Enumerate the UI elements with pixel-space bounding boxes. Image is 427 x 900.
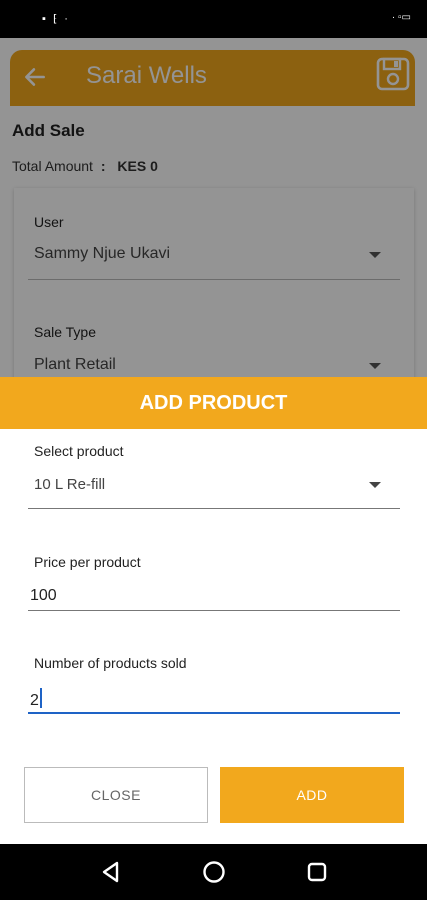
select-product-underline <box>28 508 400 509</box>
status-icons-right: · ▫▭ <box>391 12 411 23</box>
status-bar: ▪ ⁅ · · ▫▭ <box>0 0 427 38</box>
quantity-value: 2 <box>30 692 39 709</box>
close-button[interactable]: CLOSE <box>24 767 208 823</box>
home-circle-icon[interactable] <box>202 860 226 884</box>
price-label: Price per product <box>34 554 141 570</box>
quantity-underline <box>28 712 400 714</box>
price-underline <box>28 610 400 611</box>
text-cursor <box>39 688 42 708</box>
quantity-label: Number of products sold <box>34 655 187 671</box>
select-product-label: Select product <box>34 443 124 459</box>
add-product-dialog: ADD PRODUCT Select product 10 L Re-fill … <box>0 377 427 844</box>
add-button[interactable]: ADD <box>220 767 404 823</box>
quantity-input[interactable]: 2 <box>30 688 42 710</box>
dialog-title: ADD PRODUCT <box>139 392 288 414</box>
back-triangle-icon[interactable] <box>99 860 123 884</box>
select-product-dropdown[interactable]: 10 L Re-fill <box>34 476 105 493</box>
price-input[interactable]: 100 <box>30 587 57 605</box>
system-nav-bar <box>0 844 427 900</box>
dialog-header: ADD PRODUCT <box>0 377 427 429</box>
chevron-down-icon[interactable] <box>369 482 381 488</box>
status-icons-left: ▪ ⁅ · <box>42 13 70 25</box>
recents-square-icon[interactable] <box>305 860 329 884</box>
